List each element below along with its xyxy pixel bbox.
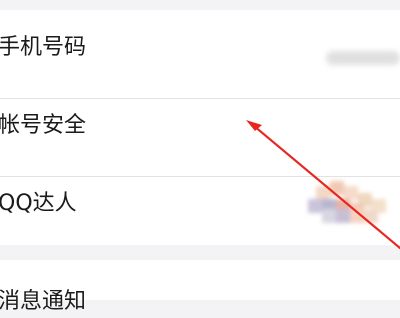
- settings-row-phone-number[interactable]: 手机号码: [0, 10, 400, 88]
- settings-screen: 手机号码 帐号安全 QQ达人 消息通知: [0, 0, 400, 314]
- qq-talent-label: QQ达人: [0, 191, 77, 216]
- phone-number-value-redacted: [326, 51, 400, 65]
- message-notification-label: 消息通知: [0, 289, 87, 314]
- qq-talent-value-redacted: [296, 181, 400, 223]
- account-security-label: 帐号安全: [0, 113, 87, 138]
- phone-number-label: 手机号码: [0, 35, 87, 60]
- settings-row-account-security[interactable]: 帐号安全: [0, 88, 400, 166]
- top-spacer: [0, 0, 400, 10]
